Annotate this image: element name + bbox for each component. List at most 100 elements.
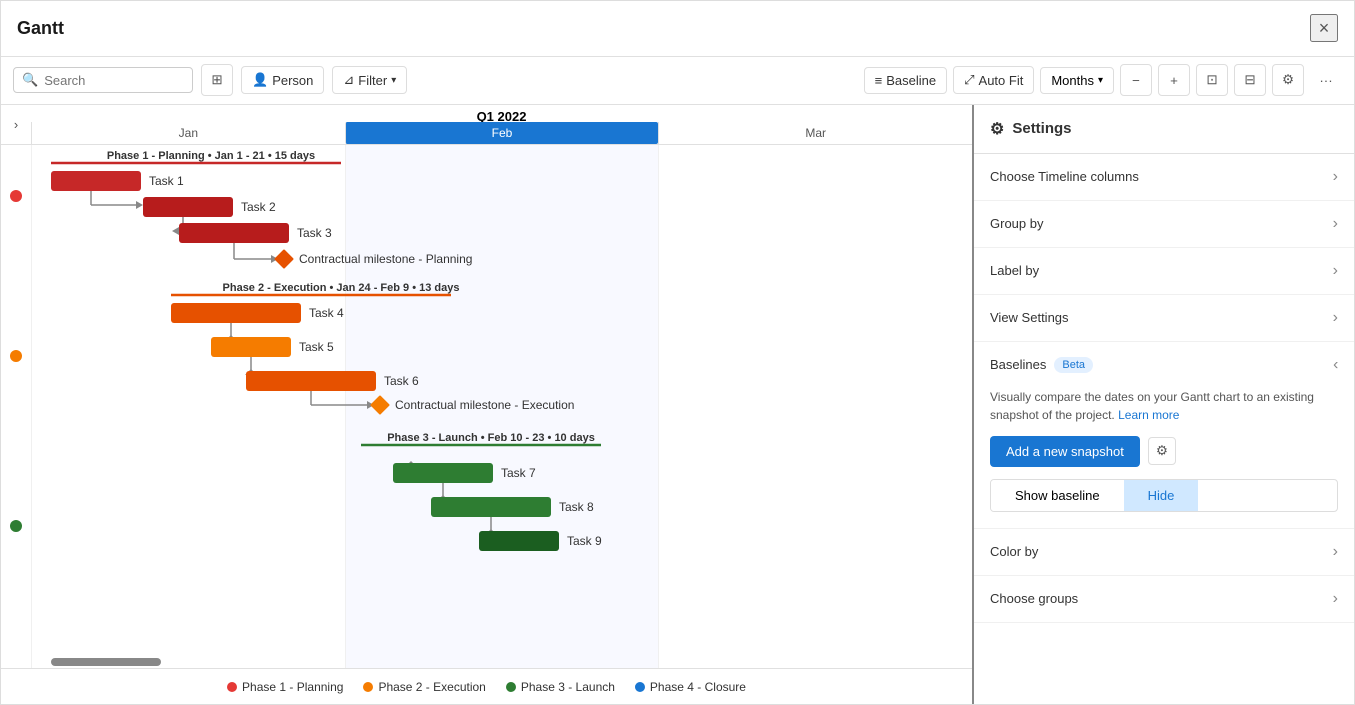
gear-icon: ⚙ <box>1282 72 1294 88</box>
settings-timeline-label: Choose Timeline columns <box>990 169 1139 184</box>
gantt-months-header: Q1 2022 Jan Feb Mar <box>31 105 972 144</box>
search-box[interactable]: 🔍 <box>13 67 193 93</box>
dots-column <box>1 145 31 668</box>
colorby-chevron-icon: › <box>1333 543 1338 561</box>
legend-phase2: Phase 2 - Execution <box>363 680 485 694</box>
snapshot-settings-button[interactable]: ⚙ <box>1148 437 1176 465</box>
phase3-dot <box>10 520 22 532</box>
more-icon: ··· <box>1319 73 1332 88</box>
person-icon: 👤 <box>252 72 268 88</box>
person-button[interactable]: 👤 Person <box>241 66 324 94</box>
arrow2-head <box>172 227 179 235</box>
autofit-label: Auto Fit <box>979 73 1024 88</box>
timeline-chevron-icon: › <box>1333 168 1338 186</box>
baselines-header[interactable]: Baselines Beta › <box>990 342 1338 388</box>
settings-view-settings[interactable]: View Settings › <box>974 295 1354 342</box>
milestone2-diamond <box>370 395 390 415</box>
arrow1-head <box>136 201 143 209</box>
snapshot-gear-icon: ⚙ <box>1156 443 1168 459</box>
legend-label-phase2: Phase 2 - Execution <box>378 680 485 694</box>
milestone1-diamond <box>274 249 294 269</box>
gantt-area: › Q1 2022 Jan Feb Mar <box>1 105 974 704</box>
task4-bar[interactable] <box>171 303 301 323</box>
show-baseline-button[interactable]: Show baseline <box>991 480 1124 511</box>
baseline-button[interactable]: ≡ Baseline <box>864 67 947 94</box>
legend-label-phase1: Phase 1 - Planning <box>242 680 343 694</box>
zoom-out-button[interactable]: − <box>1120 64 1152 96</box>
task7-bar[interactable] <box>393 463 493 483</box>
months-select[interactable]: Months ▾ <box>1040 67 1114 94</box>
task5-bar[interactable] <box>211 337 291 357</box>
baseline-toggle: Show baseline Hide <box>990 479 1338 512</box>
choosegroups-chevron-icon: › <box>1333 590 1338 608</box>
groupby-chevron-icon: › <box>1333 215 1338 233</box>
toolbar: 🔍 ⊞ 👤 Person ⊿ Filter ▾ ≡ Baseline ⤢ Aut… <box>1 57 1354 105</box>
phase2-label: Phase 2 - Execution • Jan 24 - Feb 9 • 1… <box>223 282 460 294</box>
search-input[interactable] <box>44 73 174 88</box>
task6-bar[interactable] <box>246 371 376 391</box>
viewsettings-chevron-icon: › <box>1333 309 1338 327</box>
task1-label: Task 1 <box>149 174 184 188</box>
task3-label: Task 3 <box>297 226 332 240</box>
settings-viewsettings-label: View Settings <box>990 310 1069 325</box>
search-icon: 🔍 <box>22 72 38 88</box>
learn-more-link[interactable]: Learn more <box>1118 408 1179 422</box>
layout2-button[interactable]: ⊟ <box>1234 64 1266 96</box>
settings-label-by[interactable]: Label by › <box>974 248 1354 295</box>
layout1-button[interactable]: ⊡ <box>1196 64 1228 96</box>
phase3-label: Phase 3 - Launch • Feb 10 - 23 • 10 days <box>387 432 595 444</box>
hide-baseline-button[interactable]: Hide <box>1124 480 1199 511</box>
snapshot-row: Add a new snapshot ⚙ <box>990 436 1338 467</box>
task5-label: Task 5 <box>299 340 334 354</box>
months-chevron-icon: ▾ <box>1098 75 1103 86</box>
task3-bar[interactable] <box>179 223 289 243</box>
layout1-icon: ⊡ <box>1206 72 1217 88</box>
baselines-label: Baselines <box>990 357 1046 372</box>
legend-phase3: Phase 3 - Launch <box>506 680 615 694</box>
settings-timeline-columns[interactable]: Choose Timeline columns › <box>974 154 1354 201</box>
filter-chevron-icon: ▾ <box>391 75 396 86</box>
filter-label: Filter <box>358 73 387 88</box>
baseline-label: Baseline <box>886 73 936 88</box>
settings-color-by[interactable]: Color by › <box>974 529 1354 576</box>
legend-dot-phase4 <box>635 682 645 692</box>
settings-button[interactable]: ⚙ <box>1272 64 1304 96</box>
month-feb: Feb <box>345 122 659 144</box>
collapse-toggle[interactable]: › <box>1 117 31 132</box>
settings-choose-groups[interactable]: Choose groups › <box>974 576 1354 623</box>
save-button[interactable]: ⊞ <box>201 64 233 96</box>
settings-group-by[interactable]: Group by › <box>974 201 1354 248</box>
app-title: Gantt <box>17 18 64 39</box>
settings-labelby-label: Label by <box>990 263 1039 278</box>
chart-canvas: Phase 1 - Planning • Jan 1 - 21 • 15 day… <box>31 145 972 668</box>
task2-bar[interactable] <box>143 197 233 217</box>
baselines-title-row: Baselines Beta <box>990 357 1093 373</box>
zoom-in-icon: + <box>1170 73 1178 88</box>
legend-label-phase4: Phase 4 - Closure <box>650 680 746 694</box>
more-button[interactable]: ··· <box>1310 64 1342 96</box>
months-label: Months <box>1051 73 1094 88</box>
phase2-dot <box>10 350 22 362</box>
add-snapshot-button[interactable]: Add a new snapshot <box>990 436 1140 467</box>
labelby-chevron-icon: › <box>1333 262 1338 280</box>
task4-label: Task 4 <box>309 306 344 320</box>
task2-label: Task 2 <box>241 200 276 214</box>
close-button[interactable]: × <box>1310 14 1338 42</box>
filter-button[interactable]: ⊿ Filter ▾ <box>332 66 407 94</box>
month-mar: Mar <box>658 122 972 144</box>
settings-gear-icon: ⚙ <box>990 119 1004 139</box>
baselines-section: Baselines Beta › Visually compare the da… <box>974 342 1354 529</box>
zoom-in-button[interactable]: + <box>1158 64 1190 96</box>
phase1-label: Phase 1 - Planning • Jan 1 - 21 • 15 day… <box>107 150 315 162</box>
task9-bar[interactable] <box>479 531 559 551</box>
settings-title: Settings <box>1012 120 1071 137</box>
save-icon: ⊞ <box>211 72 222 88</box>
task8-bar[interactable] <box>431 497 551 517</box>
month-jan: Jan <box>31 122 345 144</box>
autofit-button[interactable]: ⤢ Auto Fit <box>953 66 1034 94</box>
settings-groupby-label: Group by <box>990 216 1043 231</box>
months-row: Jan Feb Mar <box>31 122 972 144</box>
horizontal-scrollbar[interactable] <box>51 658 161 666</box>
gantt-legend: Phase 1 - Planning Phase 2 - Execution P… <box>1 668 972 704</box>
task1-bar[interactable] <box>51 171 141 191</box>
